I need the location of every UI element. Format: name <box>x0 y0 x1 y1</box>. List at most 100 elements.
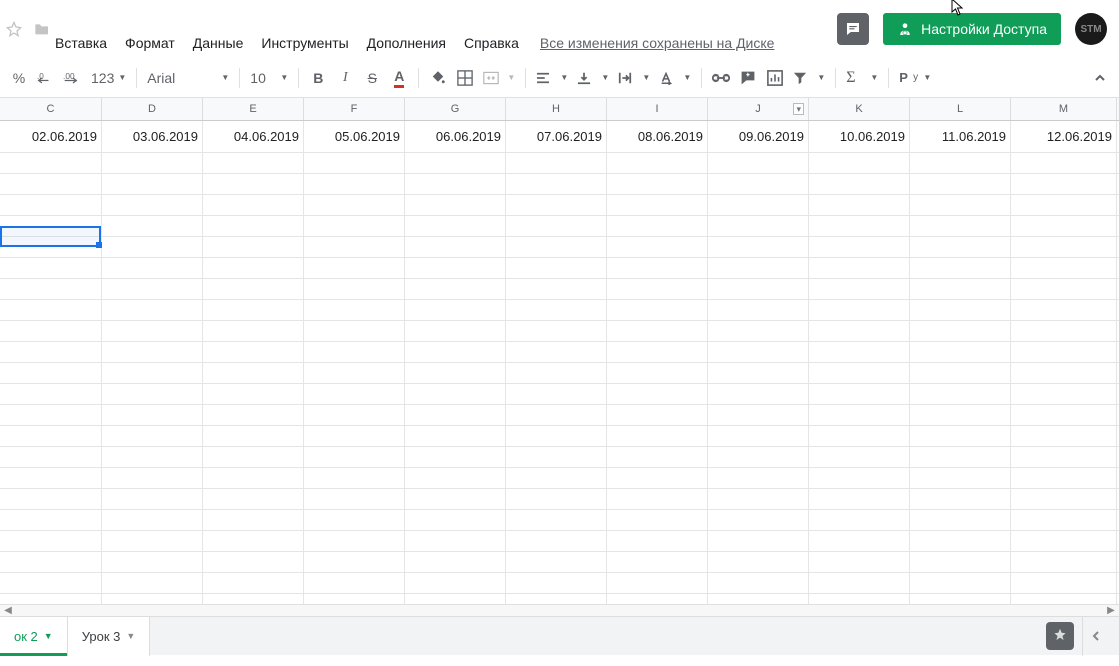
cell[interactable] <box>203 363 304 383</box>
cell[interactable] <box>910 573 1011 593</box>
cell[interactable] <box>607 363 708 383</box>
cell[interactable] <box>809 174 910 194</box>
grid-row[interactable] <box>0 531 1119 552</box>
cell[interactable] <box>304 426 405 446</box>
grid-row[interactable] <box>0 573 1119 594</box>
cell[interactable] <box>203 405 304 425</box>
cell[interactable] <box>405 552 506 572</box>
column-header[interactable]: G <box>405 98 506 120</box>
cell[interactable] <box>607 195 708 215</box>
menu-addons[interactable]: Дополнения <box>358 29 455 57</box>
cell[interactable] <box>910 300 1011 320</box>
grid-row[interactable] <box>0 258 1119 279</box>
cell[interactable] <box>405 573 506 593</box>
side-panel-toggle[interactable] <box>1082 617 1109 656</box>
save-status[interactable]: Все изменения сохранены на Диске <box>528 35 775 51</box>
cell[interactable] <box>405 237 506 257</box>
chevron-down-icon[interactable]: ▼ <box>44 631 53 641</box>
cell[interactable] <box>708 405 809 425</box>
fill-color-button[interactable] <box>425 65 451 91</box>
cell[interactable] <box>809 489 910 509</box>
cell[interactable] <box>1011 300 1117 320</box>
cell[interactable] <box>405 300 506 320</box>
cell[interactable] <box>607 468 708 488</box>
cell[interactable] <box>102 468 203 488</box>
cell[interactable] <box>910 552 1011 572</box>
cell[interactable] <box>708 531 809 551</box>
cell[interactable] <box>506 300 607 320</box>
cell[interactable] <box>506 195 607 215</box>
cell[interactable] <box>304 342 405 362</box>
cell[interactable] <box>708 594 809 604</box>
cell[interactable] <box>203 216 304 236</box>
v-align-button[interactable]: ▼ <box>573 65 613 91</box>
cell[interactable] <box>102 279 203 299</box>
functions-button[interactable]: Σ▼ <box>842 65 882 91</box>
cell[interactable] <box>708 447 809 467</box>
cell[interactable] <box>809 321 910 341</box>
grid-row[interactable] <box>0 216 1119 237</box>
cell[interactable] <box>0 510 102 530</box>
cell[interactable]: 04.06.2019 <box>203 121 304 152</box>
cell[interactable] <box>203 489 304 509</box>
cell[interactable] <box>102 573 203 593</box>
cell[interactable] <box>506 594 607 604</box>
column-header[interactable]: I <box>607 98 708 120</box>
cell[interactable] <box>506 279 607 299</box>
cell[interactable] <box>607 279 708 299</box>
cell[interactable] <box>203 174 304 194</box>
cell[interactable] <box>1011 321 1117 341</box>
cell[interactable] <box>1011 552 1117 572</box>
cell[interactable] <box>809 384 910 404</box>
cell[interactable] <box>304 489 405 509</box>
cell[interactable] <box>809 510 910 530</box>
cell[interactable] <box>809 342 910 362</box>
column-header[interactable]: E <box>203 98 304 120</box>
cell[interactable] <box>304 195 405 215</box>
cell[interactable] <box>405 153 506 173</box>
grid-row[interactable]: 02.06.201903.06.201904.06.201905.06.2019… <box>0 121 1119 153</box>
grid-row[interactable] <box>0 279 1119 300</box>
cell[interactable] <box>203 258 304 278</box>
cell[interactable] <box>708 216 809 236</box>
grid-row[interactable] <box>0 153 1119 174</box>
cell[interactable]: 06.06.2019 <box>405 121 506 152</box>
borders-button[interactable] <box>452 65 478 91</box>
cell[interactable] <box>405 426 506 446</box>
cell[interactable] <box>304 321 405 341</box>
cell[interactable] <box>1011 342 1117 362</box>
cell[interactable] <box>607 258 708 278</box>
cell[interactable] <box>405 510 506 530</box>
cell[interactable]: 05.06.2019 <box>304 121 405 152</box>
cell[interactable] <box>607 153 708 173</box>
cell[interactable] <box>708 300 809 320</box>
grid-row[interactable] <box>0 447 1119 468</box>
cell[interactable] <box>0 237 102 257</box>
cell[interactable] <box>809 237 910 257</box>
cell[interactable] <box>203 237 304 257</box>
cell[interactable] <box>506 468 607 488</box>
sheet-tab-active[interactable]: ок 2 ▼ <box>0 617 68 656</box>
more-formats-button[interactable]: 123▼ <box>87 65 130 91</box>
cell[interactable] <box>1011 195 1117 215</box>
cell[interactable] <box>0 531 102 551</box>
cell[interactable] <box>1011 531 1117 551</box>
cell[interactable] <box>1011 237 1117 257</box>
cell[interactable] <box>1011 174 1117 194</box>
cell[interactable] <box>102 531 203 551</box>
cell[interactable] <box>809 531 910 551</box>
cell[interactable] <box>708 363 809 383</box>
cell[interactable] <box>809 552 910 572</box>
cell[interactable] <box>607 510 708 530</box>
cell[interactable] <box>910 426 1011 446</box>
cell[interactable] <box>102 258 203 278</box>
cell[interactable] <box>203 279 304 299</box>
format-percent-button[interactable]: % <box>6 65 32 91</box>
language-input-button[interactable]: Ру▼ <box>895 65 935 91</box>
cell[interactable] <box>506 573 607 593</box>
cell[interactable] <box>304 384 405 404</box>
menu-help[interactable]: Справка <box>455 29 528 57</box>
cell[interactable] <box>102 321 203 341</box>
cell[interactable] <box>607 237 708 257</box>
cell[interactable] <box>607 321 708 341</box>
